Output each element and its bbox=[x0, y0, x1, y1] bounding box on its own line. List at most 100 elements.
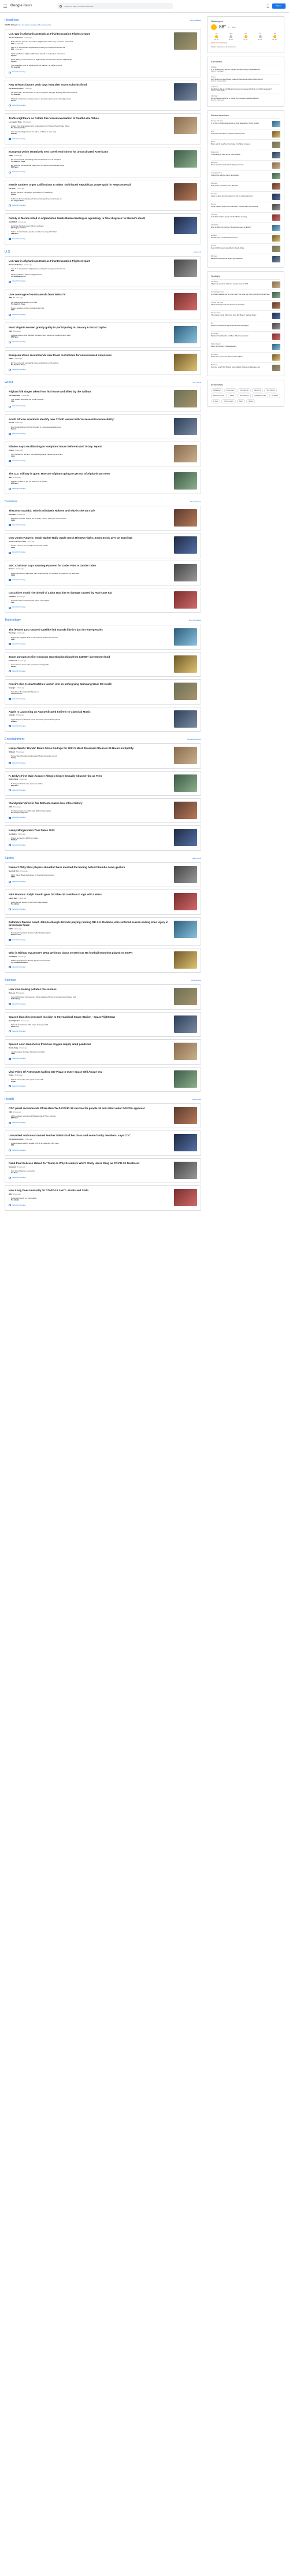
spotlight-item-thumbnail[interactable] bbox=[272, 292, 280, 299]
recent-headlines-item-thumbnail[interactable] bbox=[272, 246, 280, 253]
spotlight-item-thumbnail[interactable] bbox=[272, 323, 280, 330]
story-headline[interactable]: Bernie Sanders urges Californians to rej… bbox=[9, 183, 171, 187]
story-source[interactable]: Lakers Daily bbox=[9, 898, 17, 899]
recent-headlines-item[interactable]: Reuters Pfizer booster shots recommended … bbox=[211, 202, 280, 212]
story-headline[interactable]: Kenny Morgenstern Tour Dates 2022 bbox=[9, 829, 171, 832]
sub-story-source[interactable]: Politico bbox=[11, 194, 16, 195]
spotlight-item[interactable]: The New Yorker The Uproar Could Still Com… bbox=[211, 310, 280, 321]
sub-story-source[interactable]: Pitchfork bbox=[11, 839, 17, 841]
search-input[interactable] bbox=[64, 5, 171, 8]
story-thumbnail[interactable] bbox=[174, 1015, 197, 1033]
sub-story-source[interactable]: The Guardian bbox=[11, 66, 20, 68]
sub-story-source[interactable]: CNN bbox=[11, 401, 14, 402]
recent-headlines-item[interactable]: The Verge Apple to allow app developers t… bbox=[211, 191, 280, 202]
story-headline[interactable]: R. Kelly's First Male Accuser Alleges Si… bbox=[9, 774, 171, 778]
recent-headlines-item-thumbnail[interactable] bbox=[272, 256, 280, 263]
story-source[interactable]: Los Angeles Times bbox=[9, 121, 22, 123]
sub-story-source[interactable]: CNBC bbox=[11, 520, 15, 521]
recent-headlines-item[interactable]: NBC News Texas abortion law heads to Supr… bbox=[211, 160, 280, 171]
full-coverage-button[interactable]: View Full Coverage bbox=[9, 71, 25, 73]
full-coverage-button[interactable]: View Full Coverage bbox=[9, 909, 25, 911]
topic-chip[interactable]: Caldor Fire bbox=[251, 388, 264, 393]
recent-headlines-item[interactable]: BBC News Elizabeth Holmes trial begins ju… bbox=[211, 254, 280, 264]
sub-story-source[interactable]: Android Central bbox=[11, 693, 22, 695]
full-coverage-button[interactable]: View Full Coverage bbox=[9, 939, 25, 942]
spotlight-item-title[interactable]: Summer Lunch Will Protect Feed Afghan Wo… bbox=[211, 366, 271, 369]
story-thumbnail[interactable] bbox=[174, 829, 197, 847]
sub-story-source[interactable]: The New York Times bbox=[11, 364, 25, 366]
full-coverage-button[interactable]: View Full Coverage bbox=[9, 369, 25, 371]
story-headline[interactable]: Gas prices could rise ahead of Labor Day… bbox=[9, 591, 171, 595]
fact-check-item[interactable]: PolitiFact U.S. Soldiers Say We Are Caugh… bbox=[211, 65, 280, 75]
story-thumbnail[interactable] bbox=[174, 83, 197, 101]
topic-chip[interactable]: Apple bbox=[236, 399, 245, 404]
recent-headlines-item-title[interactable]: Caldor Fire reaches Lake Tahoe basin bbox=[211, 174, 271, 177]
recent-headlines-item-title[interactable]: Texas abortion law heads to Supreme Cour… bbox=[211, 164, 271, 166]
search-bar[interactable] bbox=[57, 3, 173, 9]
story-thumbnail[interactable] bbox=[174, 509, 197, 527]
recent-headlines-item-title[interactable]: Fossil's Gen 6 smartwatch launches bbox=[211, 236, 271, 239]
fact-check-item[interactable]: Lead Stories Did Biden's Trip to Fort Bli… bbox=[211, 84, 280, 94]
recent-headlines-item[interactable]: Fox News Gold Star families speak out aft… bbox=[211, 212, 280, 223]
story-headline[interactable]: South African scientists identify new CO… bbox=[9, 418, 171, 421]
story-thumbnail[interactable] bbox=[174, 920, 197, 938]
recent-headlines-item[interactable]: Politico Biden admin weighs aid package f… bbox=[211, 139, 280, 150]
story-thumbnail[interactable] bbox=[174, 893, 197, 911]
recent-headlines-item[interactable]: USA TODAY Who is Bishop Sycamore? Mysteri… bbox=[211, 223, 280, 233]
section-more-link[interactable]: More Sports bbox=[192, 857, 201, 860]
weather-card[interactable]: Washington 88° F Sunny Tue 86° 69° Wed 80° 66° T… bbox=[207, 16, 284, 53]
story-headline[interactable]: How Long Does Immunity To COVID-19 Last?… bbox=[9, 1189, 171, 1192]
sub-story-source[interactable]: Reuters bbox=[11, 666, 16, 668]
story-thumbnail[interactable] bbox=[174, 802, 197, 820]
full-coverage-button[interactable]: View Full Coverage bbox=[9, 725, 25, 728]
section-title[interactable]: World bbox=[5, 381, 13, 385]
section-title[interactable]: Technology bbox=[5, 618, 21, 622]
recent-headlines-item-thumbnail[interactable] bbox=[272, 204, 280, 211]
spotlight-item-title[interactable]: Mitch McConnell's Political Legacy bbox=[211, 346, 271, 348]
section-title[interactable]: Sports bbox=[5, 857, 14, 861]
story-source[interactable]: Live Nation bbox=[9, 833, 16, 835]
sub-story-source[interactable]: 9to5Mac bbox=[11, 721, 17, 722]
spotlight-item-title[interactable]: Inside the Hunt for the World's Rarest B… bbox=[211, 356, 271, 358]
story-headline[interactable]: Most Virginia women greatly guilty to pa… bbox=[9, 326, 171, 329]
story-thumbnail[interactable] bbox=[174, 865, 197, 883]
story-headline[interactable]: Kanye West's 'Donda' Beats Olivia Rodrig… bbox=[9, 747, 171, 750]
recent-headlines-item[interactable]: The Hill New COVID variant identified in … bbox=[211, 243, 280, 254]
story-source[interactable]: Fox News bbox=[9, 188, 16, 190]
sub-story-source[interactable]: Space.com bbox=[11, 1026, 18, 1028]
story-source[interactable]: CBS News bbox=[9, 596, 16, 598]
spotlight-item-thumbnail[interactable] bbox=[272, 344, 280, 351]
full-coverage-button[interactable]: View Full Coverage bbox=[9, 1085, 25, 1088]
spotlight-item[interactable]: Der Spiegel Merkel's Final Months in Offi… bbox=[211, 331, 280, 342]
full-coverage-button[interactable]: View Full Coverage bbox=[9, 881, 25, 883]
story-headline[interactable]: Family of Marine killed in Afghanistan b… bbox=[9, 217, 171, 220]
covid-banner-link[interactable]: See the latest coverage of the coronavir… bbox=[18, 24, 51, 26]
spotlight-item-title[interactable]: The Uproar Could Still Come Over Mr. Bid… bbox=[211, 314, 271, 317]
recent-headlines-item-title[interactable]: U.S. War in Afghanistan Ends as Final Ev… bbox=[211, 122, 271, 125]
sub-story-source[interactable]: The New York Times bbox=[11, 161, 25, 162]
sub-story-source[interactable]: The Athletic bbox=[11, 903, 19, 905]
google-news-logo[interactable]: Google News bbox=[10, 4, 32, 9]
full-coverage-button[interactable]: View Full Coverage bbox=[9, 670, 25, 673]
section-title[interactable]: U.S. bbox=[5, 250, 11, 254]
full-coverage-button[interactable]: View Full Coverage bbox=[9, 698, 25, 700]
story-source[interactable]: Phys.org bbox=[9, 992, 15, 994]
full-coverage-button[interactable]: View Full Coverage bbox=[9, 1150, 25, 1152]
fact-check-item[interactable]: USA Today Did Hurricane Ida Bring a 'Shar… bbox=[211, 94, 280, 103]
recent-headlines-item[interactable]: Engadget Fossil's Gen 6 smartwatch launch… bbox=[211, 233, 280, 243]
story-headline[interactable]: Rand Paul Believes Hatred for Trump Is W… bbox=[9, 1162, 171, 1165]
story-thumbnail[interactable] bbox=[174, 747, 197, 765]
full-coverage-button[interactable]: View Full Coverage bbox=[9, 844, 25, 847]
full-coverage-button[interactable]: View Full Coverage bbox=[9, 105, 25, 107]
sub-story-source[interactable]: Axios bbox=[11, 455, 15, 457]
recent-headlines-item-title[interactable]: Gold Star families speak out after Biden… bbox=[211, 216, 271, 218]
sub-story-source[interactable]: BBC News bbox=[11, 166, 18, 168]
topic-chip[interactable]: Afghanistan bbox=[211, 388, 223, 393]
full-coverage-button[interactable]: View Full Coverage bbox=[9, 1177, 25, 1179]
story-headline[interactable]: SpaceX soon launch risk from low oxygen … bbox=[9, 1043, 171, 1046]
story-source[interactable]: The New York Times bbox=[9, 37, 23, 39]
sub-story-source[interactable]: NBC News bbox=[11, 336, 18, 338]
spotlight-item[interactable]: The New York Times The Surprising Truth A… bbox=[211, 300, 280, 310]
sub-story-source[interactable]: Los Angeles Times bbox=[11, 200, 24, 202]
story-headline[interactable]: NBA Rumors: Ralph Rondo gave Grizzlies $… bbox=[9, 893, 171, 896]
